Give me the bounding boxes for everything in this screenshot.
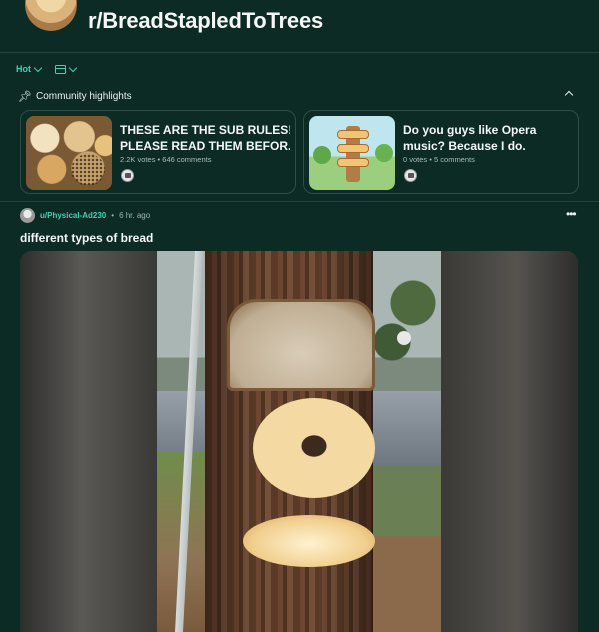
highlight-card-rules[interactable]: THESE ARE THE SUB RULES! PLEASE READ THE… — [20, 110, 296, 194]
highlight-card-meta: 2.2K votes • 646 comments — [120, 155, 212, 164]
post-timestamp: 6 hr. ago — [119, 210, 151, 220]
post-header: u/Physical-Ad230 • 6 hr. ago — [20, 207, 150, 223]
mod-avatar-icon — [121, 169, 134, 182]
bagel-image — [253, 398, 375, 498]
more-options-icon[interactable]: ••• — [566, 207, 577, 221]
highlight-card-title: Do you guys like Opera music? Because I … — [403, 123, 537, 153]
bread-on-pole-photo — [157, 251, 441, 632]
header-divider — [0, 52, 599, 53]
image-blur-right — [441, 251, 578, 632]
image-blur-left — [20, 251, 157, 632]
post-username[interactable]: u/Physical-Ad230 — [40, 211, 106, 220]
user-avatar[interactable] — [20, 207, 35, 223]
feed-divider — [0, 201, 599, 202]
post-image[interactable] — [20, 251, 578, 632]
bun-image — [243, 515, 375, 567]
pin-icon: 📌︎ — [18, 90, 32, 103]
sort-label: Hot — [16, 64, 31, 74]
community-highlights-header: 📌︎ Community highlights — [18, 88, 578, 104]
mod-avatar-icon — [404, 169, 417, 182]
highlight-card-meta: 0 votes • 5 comments — [403, 155, 475, 164]
subreddit-header: r/BreadStapledToTrees — [0, 0, 599, 52]
sort-dropdown[interactable]: Hot — [16, 63, 43, 74]
bread-tree-illustration — [309, 116, 395, 190]
highlight-card-title: THESE ARE THE SUB RULES! PLEASE READ THE… — [120, 123, 290, 153]
subreddit-avatar[interactable] — [22, 0, 80, 34]
bread-slice-image — [227, 299, 375, 391]
post-title[interactable]: different types of bread — [20, 231, 153, 245]
highlights-title: Community highlights — [36, 90, 132, 102]
chevron-down-icon — [68, 63, 78, 72]
subreddit-title: r/BreadStapledToTrees — [88, 8, 324, 33]
bread-rolls-image — [26, 116, 112, 190]
chevron-down-icon — [33, 63, 43, 72]
layout-icon — [55, 64, 66, 74]
layout-dropdown[interactable] — [55, 63, 78, 74]
post-separator: • — [111, 210, 115, 220]
feed-controls: Hot — [16, 60, 78, 78]
highlight-card-opera[interactable]: Do you guys like Opera music? Because I … — [303, 110, 579, 194]
chevron-up-icon[interactable] — [564, 90, 574, 100]
